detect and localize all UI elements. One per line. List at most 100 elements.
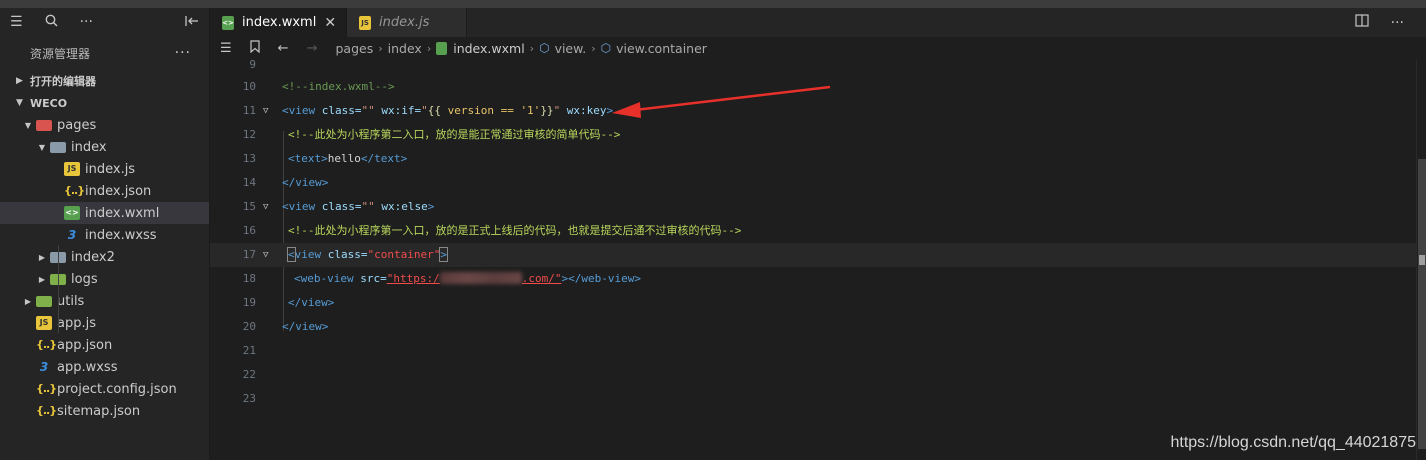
code-text: <view class="" wx:else> xyxy=(282,200,435,213)
fold-chevron-icon[interactable]: ▽ xyxy=(263,99,268,123)
redacted-region xyxy=(439,272,522,284)
tree-item[interactable]: ▶ index2 xyxy=(0,246,209,268)
folder-icon xyxy=(50,141,66,153)
tree-item[interactable]: {..} project.config.json xyxy=(0,378,209,400)
code-text: <view class="" wx:if="{{ version == '1'}… xyxy=(282,104,614,117)
editor-tab-bar: <> index.wxml ✕ JS index.js ··· xyxy=(210,8,1426,37)
line-number: 9 xyxy=(249,58,256,71)
line-number: 14 xyxy=(242,176,256,189)
tree-item[interactable]: {..} index.json xyxy=(0,180,209,202)
code-line: 13 <text>hello</text> xyxy=(210,147,1416,171)
tree-item-label: sitemap.json xyxy=(57,403,141,419)
scrollbar-thumb[interactable] xyxy=(1418,159,1426,449)
code-line: 23 xyxy=(210,387,1416,411)
list-icon[interactable]: ☰ xyxy=(10,15,23,29)
tree-item[interactable]: ▶ utils xyxy=(0,290,209,312)
code-comment: <!--此处为小程序第二入口，放的是能正常通过审核的简单代码--> xyxy=(288,128,621,141)
code-line: 19 </view> xyxy=(210,291,1416,315)
wxss-file-icon: 3 xyxy=(39,360,49,374)
tree-item-label: app.wxss xyxy=(57,359,118,375)
explorer-more-icon[interactable]: ··· xyxy=(175,45,191,61)
code-text: </view> xyxy=(282,176,329,189)
section-project-label: WECO xyxy=(30,96,68,110)
chevron-right-icon: ▶ xyxy=(16,76,23,86)
line-number: 15 xyxy=(242,200,256,213)
line-number: 10 xyxy=(242,80,256,93)
line-number: 13 xyxy=(242,152,256,165)
tree-item-label: app.json xyxy=(57,337,113,353)
code-line: 10 <!--index.wxml--> xyxy=(210,75,1416,99)
explorer-title-label: 资源管理器 xyxy=(30,46,91,61)
scrollbar-cursor-marker xyxy=(1419,255,1425,265)
folder-icon xyxy=(36,119,52,131)
code-text: <text>hello</text> xyxy=(288,152,408,165)
section-project[interactable]: ▼ WECO xyxy=(0,92,209,114)
tree-item[interactable]: {..} app.json xyxy=(0,334,209,356)
tree-item-label: logs xyxy=(71,271,98,287)
code-line: 11 ▽ <view class="" wx:if="{{ version ==… xyxy=(210,99,1416,123)
tree-item[interactable]: ▼ pages xyxy=(0,114,209,136)
tree-indent-guide xyxy=(58,245,59,333)
wxml-file-icon: <> xyxy=(222,15,234,30)
wxss-file-icon: 3 xyxy=(67,228,77,242)
tab-label: index.js xyxy=(379,15,430,30)
vertical-scrollbar[interactable] xyxy=(1416,59,1426,460)
code-line: 21 xyxy=(210,339,1416,363)
folder-icon xyxy=(36,295,52,307)
code-line: 14 </view> xyxy=(210,171,1416,195)
fold-chevron-icon[interactable]: ▽ xyxy=(263,195,268,219)
tab-index-wxml[interactable]: <> index.wxml ✕ xyxy=(210,8,348,37)
tree-item[interactable]: JS app.js xyxy=(0,312,209,334)
tree-item-label: utils xyxy=(57,293,85,309)
tree-item[interactable]: 3 index.wxss xyxy=(0,224,209,246)
chevron-right-icon: ▶ xyxy=(24,296,32,306)
code-text: </view> xyxy=(288,296,335,309)
code-line: 20 </view> xyxy=(210,315,1416,339)
tree-item[interactable]: ▶ logs xyxy=(0,268,209,290)
tree-item[interactable]: 3 app.wxss xyxy=(0,356,209,378)
line-number: 16 xyxy=(242,224,256,237)
collapse-sidebar-icon[interactable] xyxy=(185,15,199,30)
split-editor-icon[interactable] xyxy=(1355,14,1369,31)
tree-item[interactable]: <> index.wxml xyxy=(0,202,209,224)
search-icon[interactable] xyxy=(45,14,58,30)
fold-chevron-icon[interactable]: ▽ xyxy=(263,243,268,267)
tree-item-label: pages xyxy=(57,117,97,133)
code-line: 12 <!--此处为小程序第二入口，放的是能正常通过审核的简单代码--> xyxy=(210,123,1416,147)
js-file-icon: JS xyxy=(36,316,52,330)
chevron-down-icon: ▼ xyxy=(16,98,23,108)
line-number: 11 xyxy=(242,104,256,117)
tree-item-label: index.wxml xyxy=(85,205,160,221)
code-line: 18 <web-view src="https:/.com/"></web-vi… xyxy=(210,267,1416,291)
line-number: 17 xyxy=(242,248,256,261)
line-number: 22 xyxy=(242,368,256,381)
watermark: https://blog.csdn.net/qq_44021875 xyxy=(1170,434,1416,451)
tree-item[interactable]: ▼ index xyxy=(0,136,209,158)
js-file-icon: JS xyxy=(64,162,80,176)
more-actions-icon[interactable]: ··· xyxy=(1391,15,1404,31)
tree-item[interactable]: JS index.js xyxy=(0,158,209,180)
tab-index-js[interactable]: JS index.js xyxy=(347,8,468,37)
tree-item-label: index.js xyxy=(85,161,136,177)
json-file-icon: {..} xyxy=(36,382,57,395)
code-comment: <!--index.wxml--> xyxy=(282,80,395,93)
js-file-icon: JS xyxy=(359,15,372,30)
file-tree: ▼ pages ▼ index JS index.js {..} index.json <> in… xyxy=(0,114,209,422)
json-file-icon: {..} xyxy=(36,404,57,417)
code-line: 16 <!--此处为小程序第一入口，放的是正式上线后的代码，也就是提交后通不过审… xyxy=(210,219,1416,243)
explorer-title: 资源管理器 ··· xyxy=(0,36,209,70)
line-number: 23 xyxy=(242,392,256,405)
editor-actions: ··· xyxy=(1355,8,1426,37)
json-file-icon: {..} xyxy=(64,184,85,197)
tree-item[interactable]: {..} sitemap.json xyxy=(0,400,209,422)
line-number: 19 xyxy=(242,296,256,309)
chevron-down-icon: ▼ xyxy=(24,120,32,130)
code-comment: <!--此处为小程序第一入口，放的是正式上线后的代码，也就是提交后通不过审核的代… xyxy=(288,224,742,237)
more-actions-icon[interactable]: ··· xyxy=(80,15,93,29)
line-number: 20 xyxy=(242,320,256,333)
code-editor[interactable]: 9 10 <!--index.wxml--> 11 ▽ <view class=… xyxy=(210,58,1426,460)
section-open-editors[interactable]: ▶ 打开的编辑器 xyxy=(0,70,209,92)
close-icon[interactable]: ✕ xyxy=(324,15,336,31)
chevron-right-icon: ▶ xyxy=(38,274,46,284)
tree-item-label: project.config.json xyxy=(57,381,177,397)
